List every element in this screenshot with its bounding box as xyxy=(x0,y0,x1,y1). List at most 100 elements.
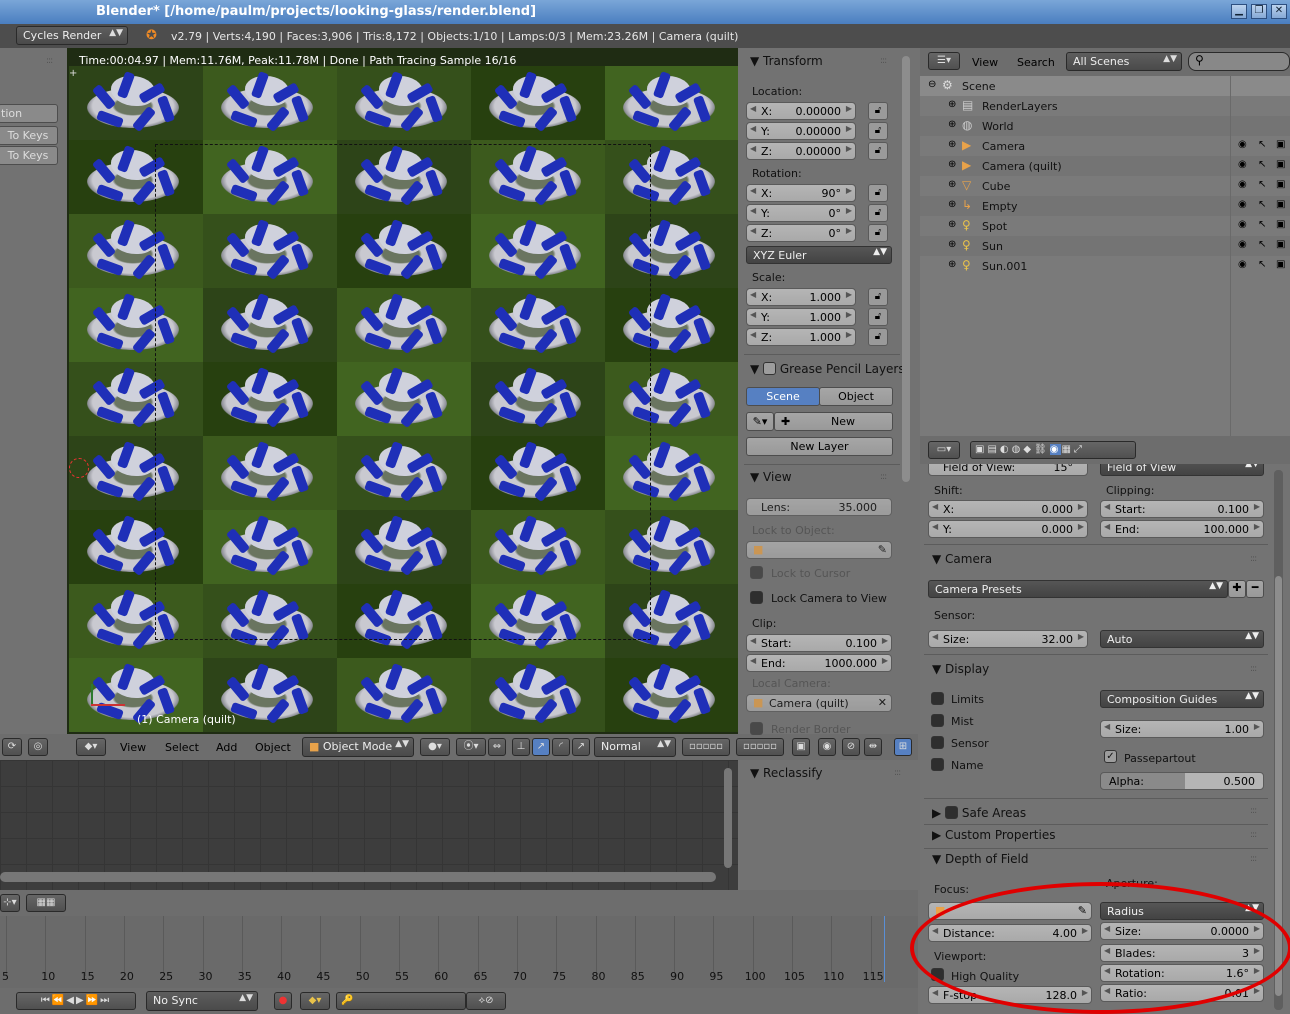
add-preset-button[interactable]: ✚ xyxy=(1228,580,1246,598)
right-arrow-icon[interactable]: ▶ xyxy=(846,124,852,133)
blades-field[interactable]: ◀ Blades: 3 ▶ xyxy=(1100,944,1264,962)
render-engine-dropdown[interactable]: Cycles Render ▲▼ xyxy=(16,26,128,45)
timeline[interactable]: 5 10 15 20 25 30 35 40 45 50 55 60 65 70 75 80 85 90 95 100… xyxy=(0,916,918,988)
lock-icon[interactable]: 🔓︎ xyxy=(868,142,888,160)
lock-icon[interactable]: 🔓︎ xyxy=(868,122,888,140)
menu-view[interactable]: View xyxy=(120,741,146,754)
insert-keyframe-icons[interactable]: ⟡⊘ xyxy=(466,992,506,1010)
outliner-item-name[interactable]: Empty xyxy=(982,200,1017,213)
aperture-size-field[interactable]: ◀ Size: 0.0000 ▶ xyxy=(1100,922,1264,940)
outliner-item-name[interactable]: Camera (quilt) xyxy=(982,160,1062,173)
panel-grip[interactable]: ::: xyxy=(1250,854,1257,864)
playback-controls[interactable]: ⏮⏪◀▶⏩⏭ xyxy=(16,992,136,1010)
left-arrow-icon[interactable]: ◀ xyxy=(1104,946,1110,955)
right-arrow-icon[interactable]: ▶ xyxy=(1254,946,1260,955)
fov-mode-dropdown[interactable]: Field of View ▲▼ xyxy=(1100,464,1264,476)
right-arrow-icon[interactable]: ▶ xyxy=(1082,988,1088,997)
right-arrow-icon[interactable]: ▶ xyxy=(1254,966,1260,975)
rotation-mode-dropdown[interactable]: XYZ Euler ▲▼ xyxy=(746,246,892,264)
display-panel-header[interactable]: ▼ Display xyxy=(932,662,989,676)
eye-icon[interactable]: ◉ xyxy=(1238,199,1247,210)
eye-icon[interactable]: ◉ xyxy=(1238,239,1247,250)
expand-toggle-icon[interactable]: ⊖ xyxy=(928,79,936,90)
lock-icon[interactable]: 🔓︎ xyxy=(868,184,888,202)
outliner-menu-view[interactable]: View xyxy=(972,56,998,69)
circle-icon[interactable]: ◎ xyxy=(28,738,48,756)
high-quality-checkbox[interactable] xyxy=(931,968,944,981)
left-arrow-icon[interactable]: ◀ xyxy=(932,522,938,531)
render-camera-icon[interactable]: ▣ xyxy=(1276,199,1285,210)
display-size-field[interactable]: ◀ Size: 1.00 ▶ xyxy=(1100,720,1264,738)
outliner-item-name[interactable]: Camera xyxy=(982,140,1025,153)
render-camera-icon[interactable]: ▣ xyxy=(1276,159,1285,170)
fov-field[interactable]: Field of View: 15° xyxy=(928,464,1088,476)
right-arrow-icon[interactable]: ▶ xyxy=(846,104,852,113)
mist-checkbox[interactable] xyxy=(931,714,944,727)
rotate-icon[interactable]: ◜ xyxy=(552,738,570,756)
editor-type-icon[interactable]: ⊹▾ xyxy=(0,894,20,912)
left-arrow-icon[interactable]: ◀ xyxy=(750,206,756,215)
expand-toggle-icon[interactable]: ⊕ xyxy=(948,179,956,190)
left-arrow-icon[interactable]: ◀ xyxy=(1104,924,1110,933)
render-camera-icon[interactable]: ▣ xyxy=(1276,179,1285,190)
passepartout-checkbox[interactable]: ✓ xyxy=(1104,750,1117,763)
clip-end-field[interactable]: ◀ End: 1000.000 ▶ xyxy=(746,654,892,672)
cursor-select-icon[interactable]: ↖ xyxy=(1258,139,1266,150)
search-input[interactable]: ⚲ xyxy=(1188,52,1290,71)
layers-grid-2[interactable]: ▫▫▫▫▫ xyxy=(736,738,784,756)
tab-gp-scene[interactable]: Scene xyxy=(746,387,820,406)
render-camera-icon[interactable]: ▣ xyxy=(1276,259,1285,270)
right-arrow-icon[interactable]: ▶ xyxy=(1078,502,1084,511)
left-arrow-icon[interactable]: ◀ xyxy=(750,290,756,299)
mode-dropdown[interactable]: ■ Object Mode ▲▼ xyxy=(302,737,414,757)
outliner-row[interactable]: ⊕ ↳ Empty ◉ ↖ ▣ xyxy=(920,196,1290,216)
current-frame-line[interactable] xyxy=(884,916,885,982)
dof-header[interactable]: ▼ Depth of Field xyxy=(932,852,1029,866)
scale-y-field[interactable]: ◀ Y: 1.000 ▶ xyxy=(746,308,856,326)
minimize-button[interactable]: ▁ xyxy=(1231,4,1247,19)
left-arrow-icon[interactable]: ◀ xyxy=(750,104,756,113)
lock-layers-icon[interactable]: ▣ xyxy=(792,738,810,756)
aperture-rotation-field[interactable]: ◀ Rotation: 1.6° ▶ xyxy=(1100,964,1264,982)
right-arrow-icon[interactable]: ▶ xyxy=(846,144,852,153)
sync-dropdown[interactable]: No Sync ▲▼ xyxy=(146,991,258,1011)
panel-grip[interactable]: ::: xyxy=(1250,830,1257,840)
outliner-menu-search[interactable]: Search xyxy=(1017,56,1055,69)
local-camera-field[interactable]: ■ Camera (quilt) ✕ xyxy=(746,694,892,712)
outliner-item-name[interactable]: Cube xyxy=(982,180,1010,193)
lock-icon[interactable]: 🔓︎ xyxy=(868,204,888,222)
right-arrow-icon[interactable]: ▶ xyxy=(846,186,852,195)
panel-grip[interactable]: ::: xyxy=(1250,664,1257,674)
location-y-field[interactable]: ◀ Y: 0.00000 ▶ xyxy=(746,122,856,140)
manipulator-icon[interactable]: ⇔ xyxy=(488,738,506,756)
lock-to-cursor-checkbox[interactable] xyxy=(750,566,763,579)
location-x-field[interactable]: ◀ X: 0.00000 ▶ xyxy=(746,102,856,120)
left-arrow-icon[interactable]: ◀ xyxy=(750,124,756,133)
cursor-select-icon[interactable]: ↖ xyxy=(1258,179,1266,190)
outliner-item-name[interactable]: Scene xyxy=(962,80,996,93)
outliner-row[interactable]: ⊖ ⚙ Scene xyxy=(920,76,1290,96)
safe-areas-checkbox[interactable] xyxy=(945,806,959,819)
panel-grip[interactable]: ::: xyxy=(46,56,53,66)
right-arrow-icon[interactable]: ▶ xyxy=(1078,632,1084,641)
pencil-icon[interactable]: ✎▾ xyxy=(746,412,774,431)
gp-new-button[interactable]: ✚ New xyxy=(774,412,893,431)
location-z-field[interactable]: ◀ Z: 0.00000 ▶ xyxy=(746,142,856,160)
outliner-row[interactable]: ⊕ ♀ Sun ◉ ↖ ▣ xyxy=(920,236,1290,256)
outliner-item-name[interactable]: Sun xyxy=(982,240,1003,253)
composition-guides-dropdown[interactable]: Composition Guides ▲▼ xyxy=(1100,690,1264,708)
name-checkbox[interactable] xyxy=(931,758,944,771)
transform-header[interactable]: ▼ Transform xyxy=(750,54,823,68)
cursor-select-icon[interactable]: ↖ xyxy=(1258,239,1266,250)
lock-camera-checkbox[interactable] xyxy=(750,591,763,604)
left-arrow-icon[interactable]: ◀ xyxy=(750,636,756,645)
eye-icon[interactable]: ◉ xyxy=(1238,259,1247,270)
refresh-icon[interactable]: ⟳ xyxy=(2,738,22,756)
record-icon[interactable]: ● xyxy=(274,992,292,1010)
right-arrow-icon[interactable]: ▶ xyxy=(1254,924,1260,933)
render-preview-icon[interactable]: ◉ xyxy=(818,738,836,756)
grease-pencil-checkbox[interactable] xyxy=(763,362,777,375)
graph-editor-area[interactable] xyxy=(0,760,738,890)
rotation-z-field[interactable]: ◀ Z: 0° ▶ xyxy=(746,224,856,242)
lock-icon[interactable]: 🔓︎ xyxy=(868,308,888,326)
